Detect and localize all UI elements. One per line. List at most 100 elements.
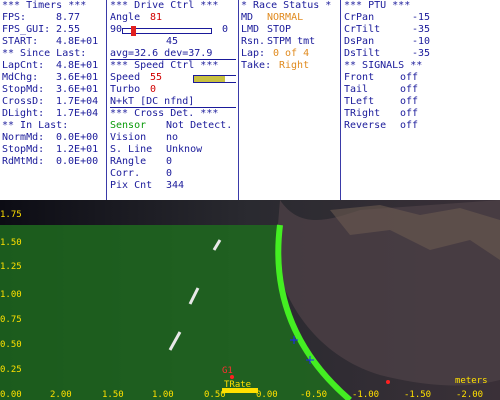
in-row: StopMd: 1.2E+01	[2, 144, 99, 155]
angle-slider[interactable]: 90 0	[110, 24, 236, 36]
timers-column: *** Timers *** FPS: 8.77 FPS_GUI: 2.55 STA…	[2, 0, 102, 200]
marker-label-trate: TRate	[224, 380, 252, 390]
since-row: StopMd: 3.6E+01	[2, 84, 99, 95]
nkt-row: N+kT [DC nfnd]	[110, 96, 236, 108]
since-row: MdChg: 3.6E+01	[2, 72, 99, 83]
signal-row: Front off	[344, 72, 419, 83]
cross-row: RAngle 0	[110, 156, 173, 167]
ptu-header: *** PTU ***	[344, 0, 411, 11]
ptu-row: DsTilt -35	[344, 48, 431, 59]
signal-row: Tail off	[344, 84, 419, 95]
y-axis-label: 0.50	[0, 340, 22, 350]
speed-bar	[193, 75, 236, 83]
speed-bar-fill	[194, 76, 225, 82]
turbo-row: Turbo 0	[110, 84, 236, 96]
race-header: * Race Status *	[241, 0, 332, 11]
cross-row: Vision no	[110, 132, 179, 143]
ptu-row: CrTilt -35	[344, 24, 431, 35]
timer-row: FPS_GUI: 2.55	[2, 24, 102, 36]
timer-label: START:	[2, 36, 39, 47]
x-axis-label: -0.50	[300, 390, 328, 400]
timer-row: FPS: 8.77	[2, 12, 102, 24]
x-axis-label: -1.00	[352, 390, 380, 400]
angle-row: Angle 81	[110, 12, 236, 24]
y-axis-label: 0.25	[0, 365, 22, 375]
race-row: Rsn. STPM tmt	[241, 36, 316, 47]
race-row: Take: Right	[241, 60, 310, 71]
signal-row: TRight off	[344, 108, 419, 119]
slider-min-label: 90	[110, 24, 123, 35]
timer-value: 2.55	[56, 24, 81, 35]
ptu-column: *** PTU *** CrPan -15 CrTilt -35 DsPan -10 …	[344, 0, 498, 200]
x-axis-label: 0.50	[204, 390, 226, 400]
ptu-row: CrPan -15	[344, 12, 431, 23]
ptu-row: DsPan -10	[344, 36, 431, 47]
column-divider	[340, 0, 341, 200]
mode-value: NORMAL	[267, 12, 304, 23]
units-label: meters	[455, 376, 488, 386]
column-divider	[238, 0, 239, 200]
angle-value: 81	[150, 12, 163, 23]
signal-row: TLeft off	[344, 96, 419, 107]
turbo-label: Turbo	[110, 84, 141, 95]
slider-max-label: 0	[222, 24, 229, 35]
y-axis-label: 1.25	[0, 262, 22, 272]
race-row: LMD STOP	[241, 24, 292, 35]
cross-header: *** Cross Det. ***	[110, 108, 219, 119]
signal-row: Reverse off	[344, 120, 419, 131]
drive-column: *** Drive Ctrl *** Angle 81 90 0 45 avg=3…	[110, 0, 236, 200]
cross-row: S. Line Unknow	[110, 144, 203, 155]
slider-mid-label: 45	[166, 36, 179, 47]
y-axis-label: 1.50	[0, 238, 22, 248]
drive-header: *** Drive Ctrl ***	[110, 0, 219, 11]
speed-row: Speed 55	[110, 72, 236, 84]
slider-mid-row: 45	[110, 36, 236, 48]
x-axis-label: 0.00	[256, 390, 278, 400]
race-row: Lap: 0 of 4	[241, 48, 310, 59]
in-row: NormMd: 0.0E+00	[2, 132, 99, 143]
x-axis-label: -2.00	[456, 390, 484, 400]
since-row: LapCnt: 4.8E+01	[2, 60, 99, 71]
column-divider	[106, 0, 107, 200]
cross-row: Sensor Not Detect.	[110, 120, 233, 131]
status-panel: *** Timers *** FPS: 8.77 FPS_GUI: 2.55 STA…	[0, 0, 500, 200]
avg-dev-row: avg=32.6 dev=37.9	[110, 48, 236, 60]
timer-value: 8.77	[56, 12, 81, 23]
x-axis-label: -1.50	[404, 390, 432, 400]
timer-label: FPS_GUI:	[2, 24, 51, 35]
y-axis-label: 1.00	[0, 290, 22, 300]
x-axis-label: 1.50	[102, 390, 124, 400]
y-axis-label: 0.75	[0, 315, 22, 325]
marker-label-g1: G1	[222, 366, 233, 376]
timer-label: FPS:	[2, 12, 27, 23]
cross-row: Corr. 0	[110, 168, 173, 179]
take-value: Right	[279, 60, 310, 71]
signals-header: ** SIGNALS **	[344, 60, 423, 71]
lap-value: 0 of 4	[273, 48, 310, 59]
timer-value: 4.8E+01	[56, 36, 99, 47]
angle-slider-track[interactable]	[122, 26, 212, 36]
since-row: DLight: 1.7E+04	[2, 108, 99, 119]
camera-view: 1.75 1.50 1.25 1.00 0.75 0.50 0.25 0.00 …	[0, 200, 500, 400]
speed-value: 55	[150, 72, 163, 83]
speed-header: *** Speed Ctrl ***	[110, 60, 219, 71]
y-axis-label: 0.00	[0, 390, 22, 400]
since-last-header: ** Since Last:	[2, 48, 87, 59]
cross-row: Pix Cnt 344	[110, 180, 185, 191]
timer-row: START: 4.8E+01	[2, 36, 102, 48]
x-axis-label: 2.00	[50, 390, 72, 400]
nkt-text: N+kT [DC nfnd]	[110, 96, 195, 107]
race-row: MD NORMAL	[241, 12, 304, 23]
angle-slider-knob[interactable]	[131, 26, 137, 36]
x-axis-label: 1.00	[152, 390, 174, 400]
in-row: RdMtMd: 0.0E+00	[2, 156, 99, 167]
angle-label: Angle	[110, 12, 141, 23]
y-axis-label: 1.75	[0, 210, 22, 220]
race-column: * Race Status * MD NORMAL LMD STOP Rsn. STP…	[241, 0, 339, 200]
speed-label: Speed	[110, 72, 141, 83]
camera-view-canvas	[0, 200, 500, 400]
avg-dev-text: avg=32.6 dev=37.9	[110, 48, 213, 59]
since-row: CrossD: 1.7E+04	[2, 96, 99, 107]
turbo-value: 0	[150, 84, 157, 95]
timers-header: *** Timers ***	[2, 0, 87, 11]
